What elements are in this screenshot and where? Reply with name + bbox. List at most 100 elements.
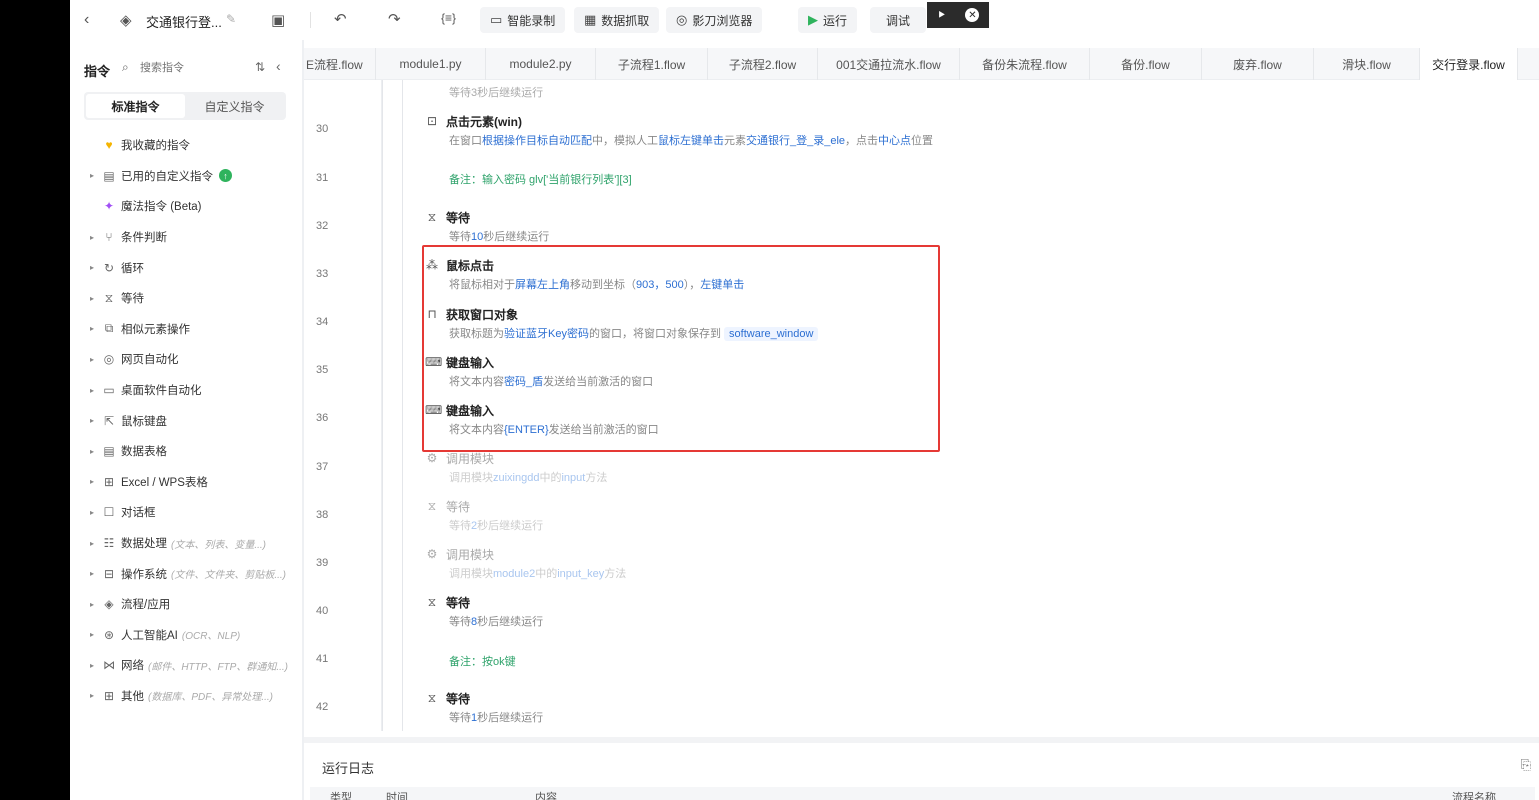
tab-file-active[interactable]: 交行登录.flow bbox=[1420, 48, 1518, 80]
cmd-network[interactable]: ▸ ⋈ 网络 (邮件、HTTP、FTP、群通知...) bbox=[70, 650, 302, 681]
toolbar-divider bbox=[310, 12, 311, 28]
step-call-module-disabled[interactable]: ⚙ 调用模块 调用模块zuixingdd中的input方法 bbox=[425, 450, 1325, 484]
undo-icon[interactable]: ↶ bbox=[334, 10, 347, 28]
expand-icon: ▸ bbox=[90, 171, 95, 181]
cmd-excel[interactable]: ▸ ⊞ Excel / WPS表格 bbox=[70, 467, 302, 498]
browser-button[interactable]: ◎ 影刀浏览器 bbox=[666, 7, 763, 33]
cmd-hint: (OCR、NLP) bbox=[181, 631, 241, 643]
step-description: 等待10秒后继续运行 bbox=[449, 231, 550, 243]
cmd-mouse-keyboard[interactable]: ▸ ⇱ 鼠标键盘 bbox=[70, 405, 302, 436]
step-comment[interactable]: 备注：输入密码 glv['当前银行列表'][3] bbox=[449, 171, 632, 187]
cmd-favorites[interactable]: ♥ 我收藏的指令 bbox=[70, 130, 302, 161]
tab-custom[interactable]: 自定义指令 bbox=[185, 94, 284, 118]
hourglass-icon: ⧖ bbox=[104, 290, 114, 305]
smart-record-button[interactable]: ▭ 智能录制 bbox=[480, 7, 566, 33]
expand-icon: ▸ bbox=[90, 385, 95, 395]
step-title: 调用模块 bbox=[446, 547, 495, 562]
edit-icon[interactable]: ✎ bbox=[226, 12, 236, 26]
cmd-web-automation[interactable]: ▸ ◎ 网页自动化 bbox=[70, 344, 302, 375]
tab-file[interactable]: 备份.flow bbox=[1090, 48, 1202, 80]
cmd-used-custom[interactable]: ▸ ▤ 已用的自定义指令 ↑ bbox=[70, 161, 302, 192]
step-click-element[interactable]: ⊡ 点击元素(win) 在窗口根据操作目标自动匹配中，模拟人工鼠标左键单击元素交… bbox=[425, 113, 1325, 147]
line-number: 32 bbox=[316, 220, 329, 232]
cmd-label: 魔法指令 (Beta) bbox=[121, 201, 202, 214]
step-comment[interactable]: 备注：按ok键 bbox=[449, 653, 516, 669]
expand-icon: ▸ bbox=[90, 660, 95, 670]
redo-icon[interactable]: ↷ bbox=[388, 10, 401, 28]
tab-file[interactable]: module1.py bbox=[376, 48, 486, 80]
module-icon: ⚙ bbox=[426, 547, 438, 561]
run-log-title: 运行日志 bbox=[322, 761, 375, 776]
run-button[interactable]: ▶ 运行 bbox=[798, 7, 858, 33]
cmd-ai[interactable]: ▸ ⊛ 人工智能AI (OCR、NLP) bbox=[70, 620, 302, 651]
search-input[interactable] bbox=[120, 57, 240, 79]
step-wait[interactable]: ⧖ 等待 等待1秒后继续运行 bbox=[425, 690, 1325, 725]
cmd-flow-app[interactable]: ▸ ◈ 流程/应用 bbox=[70, 589, 302, 620]
cmd-data-processing[interactable]: ▸ ☷ 数据处理 (文本、列表、变量...) bbox=[70, 528, 302, 559]
cmd-label: 循环 bbox=[121, 262, 144, 275]
step-mouse-click[interactable]: ⁂ 鼠标点击 将鼠标相对于屏幕左上角移动到坐标（903，500），左键单击 bbox=[425, 257, 1325, 291]
tab-file[interactable]: 001交通拉流水.flow bbox=[818, 48, 960, 80]
os-icon: ⊟ bbox=[103, 566, 115, 581]
heart-icon: ♥ bbox=[105, 138, 113, 153]
step-description: 等待1秒后继续运行 bbox=[449, 712, 544, 724]
upgrade-badge-icon[interactable]: ↑ bbox=[219, 169, 232, 183]
cmd-loop[interactable]: ▸ ↻ 循环 bbox=[70, 252, 302, 283]
step-wait[interactable]: ⧖ 等待 等待10秒后继续运行 bbox=[425, 209, 1325, 244]
col-flow-name: 流程名称 bbox=[1452, 792, 1496, 800]
variable-icon[interactable]: {≡} bbox=[441, 11, 456, 25]
back-icon[interactable]: ‹ bbox=[84, 11, 89, 29]
tab-file[interactable]: E流程.flow bbox=[304, 48, 376, 80]
line-number: 40 bbox=[316, 605, 329, 617]
export-log-icon[interactable]: ⎘ bbox=[1521, 757, 1531, 773]
debug-button[interactable]: 调试 bbox=[870, 7, 926, 33]
tab-file[interactable]: module2.py bbox=[486, 48, 596, 80]
tab-file[interactable]: 子流程1.flow bbox=[596, 48, 708, 80]
cmd-os[interactable]: ▸ ⊟ 操作系统 (文件、文件夹、剪贴板...) bbox=[70, 558, 302, 589]
box-icon: ▤ bbox=[103, 168, 115, 183]
block-guide-line bbox=[382, 80, 383, 731]
expand-icon: ▸ bbox=[90, 354, 95, 364]
pin-icon[interactable]: ⯈ bbox=[937, 8, 947, 23]
cmd-wait[interactable]: ▸ ⧖ 等待 bbox=[70, 283, 302, 314]
expand-icon: ▸ bbox=[90, 630, 95, 640]
cmd-dialog[interactable]: ▸ ☐ 对话框 bbox=[70, 497, 302, 528]
step-keyboard-input[interactable]: ⌨ 键盘输入 将文本内容密码_盾发送给当前激活的窗口 bbox=[425, 354, 1325, 388]
save-icon[interactable]: ▣ bbox=[271, 11, 285, 29]
sort-icon[interactable]: ⇅ bbox=[255, 60, 265, 74]
copy-icon: ⧉ bbox=[104, 321, 114, 336]
cmd-data-table[interactable]: ▸ ▤ 数据表格 bbox=[70, 436, 302, 467]
close-icon[interactable]: ✕ bbox=[965, 8, 980, 22]
collapse-icon[interactable]: ‹ bbox=[276, 58, 281, 74]
cmd-magic[interactable]: ✦ 魔法指令 (Beta) bbox=[70, 191, 302, 222]
step-description: 获取标题为验证蓝牙Key密码的窗口，将窗口对象保存到 software_wind… bbox=[449, 325, 1325, 341]
tab-file[interactable]: 子流程2.flow bbox=[708, 48, 818, 80]
expand-icon: ▸ bbox=[90, 507, 95, 517]
cmd-hint: (数据库、PDF、异常处理...) bbox=[148, 692, 273, 704]
step-wait[interactable]: ⧖ 等待 等待8秒后继续运行 bbox=[425, 594, 1325, 629]
line-number: 36 bbox=[316, 412, 329, 424]
expand-icon: ▸ bbox=[90, 446, 95, 456]
variable-chip[interactable]: software_window bbox=[724, 327, 819, 341]
cmd-other[interactable]: ▸ ⊞ 其他 (数据库、PDF、异常处理...) bbox=[70, 681, 302, 712]
tab-standard[interactable]: 标准指令 bbox=[86, 94, 185, 118]
cmd-desktop-automation[interactable]: ▸ ▭ 桌面软件自动化 bbox=[70, 375, 302, 406]
step-wait-disabled[interactable]: ⧖ 等待 等待2秒后继续运行 bbox=[425, 498, 1325, 533]
cmd-similar-elements[interactable]: ▸ ⧉ 相似元素操作 bbox=[70, 314, 302, 345]
step-keyboard-input[interactable]: ⌨ 键盘输入 将文本内容{ENTER}发送给当前激活的窗口 bbox=[425, 402, 1325, 436]
tab-file[interactable]: 废弃.flow bbox=[1202, 48, 1314, 80]
step-get-window[interactable]: ⊓ 获取窗口对象 获取标题为验证蓝牙Key密码的窗口，将窗口对象保存到 soft… bbox=[425, 306, 1325, 341]
step-call-module-disabled[interactable]: ⚙ 调用模块 调用模块module2中的input_key方法 bbox=[425, 546, 1325, 580]
cmd-label: 鼠标键盘 bbox=[121, 415, 167, 428]
line-number: 34 bbox=[316, 316, 329, 328]
tab-file[interactable]: 滑块.flow bbox=[1314, 48, 1420, 80]
line-number: 30 bbox=[316, 123, 329, 135]
expand-icon: ▸ bbox=[90, 599, 95, 609]
data-capture-button[interactable]: ▦ 数据抓取 bbox=[574, 7, 660, 33]
cmd-condition[interactable]: ▸ ⑂ 条件判断 bbox=[70, 222, 302, 253]
col-time: 时间 bbox=[386, 792, 408, 800]
cmd-label: 桌面软件自动化 bbox=[121, 385, 202, 398]
floating-control[interactable]: ⯈ ✕ bbox=[927, 2, 989, 28]
cmd-label: 数据表格 bbox=[121, 446, 167, 459]
tab-file[interactable]: 备份朱流程.flow bbox=[960, 48, 1090, 80]
